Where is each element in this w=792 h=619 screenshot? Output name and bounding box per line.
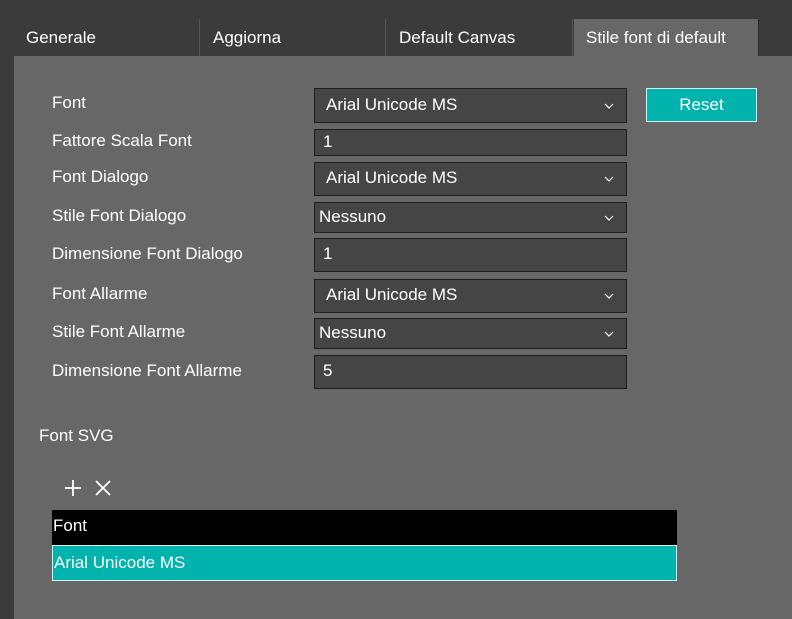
tab-bar: Generale Aggiorna Default Canvas Stile f…: [14, 19, 792, 56]
table-row[interactable]: Arial Unicode MS: [52, 545, 677, 581]
close-icon[interactable]: [93, 478, 113, 498]
font-label: Font: [52, 93, 87, 112]
alarm-font-select[interactable]: Arial Unicode MS: [314, 279, 627, 313]
alarm-font-size-input[interactable]: 5: [314, 355, 627, 389]
settings-window: Generale Aggiorna Default Canvas Stile f…: [0, 0, 792, 619]
tab-stile-font-di-default[interactable]: Stile font di default: [574, 19, 759, 56]
tab-generale[interactable]: Generale: [14, 19, 200, 56]
plus-icon[interactable]: [63, 478, 83, 498]
dialog-font-style-label: Stile Font Dialogo: [52, 206, 187, 225]
chevron-down-icon: [604, 215, 614, 221]
alarm-font-size-label: Dimensione Font Allarme: [52, 361, 242, 380]
font-svg-title: Font SVG: [39, 426, 114, 445]
font-scale-input[interactable]: 1: [314, 129, 627, 156]
alarm-font-style-label: Stile Font Allarme: [52, 322, 186, 341]
alarm-font-value: Arial Unicode MS: [326, 285, 458, 304]
dialog-font-style-select[interactable]: Nessuno: [314, 202, 627, 233]
chevron-down-icon: [604, 331, 614, 337]
tab-default-canvas[interactable]: Default Canvas: [387, 19, 573, 56]
dialog-font-label: Font Dialogo: [52, 167, 149, 186]
settings-panel: Font Arial Unicode MS Reset Fattore Scal…: [14, 56, 792, 619]
font-select[interactable]: Arial Unicode MS: [314, 88, 627, 123]
tab-aggiorna[interactable]: Aggiorna: [201, 19, 386, 56]
font-scale-value: 1: [323, 132, 333, 151]
dialog-font-select[interactable]: Arial Unicode MS: [314, 162, 627, 196]
chevron-down-icon: [604, 103, 614, 109]
chevron-down-icon: [604, 176, 614, 182]
reset-button[interactable]: Reset: [646, 88, 757, 122]
dialog-font-size-input[interactable]: 1: [314, 238, 627, 272]
alarm-font-label: Font Allarme: [52, 284, 148, 303]
font-scale-label: Fattore Scala Font: [52, 131, 192, 150]
chevron-down-icon: [604, 293, 614, 299]
table-header-font: Font: [52, 510, 677, 545]
font-select-value: Arial Unicode MS: [326, 95, 458, 114]
dialog-font-style-value: Nessuno: [319, 207, 387, 226]
svg-font-table: Font Arial Unicode MS: [52, 510, 677, 581]
dialog-font-value: Arial Unicode MS: [326, 168, 458, 187]
alarm-font-style-value: Nessuno: [319, 323, 387, 342]
alarm-font-size-value: 5: [323, 361, 333, 380]
dialog-font-size-label: Dimensione Font Dialogo: [52, 244, 243, 263]
alarm-font-style-select[interactable]: Nessuno: [314, 318, 627, 349]
dialog-font-size-value: 1: [323, 244, 333, 263]
